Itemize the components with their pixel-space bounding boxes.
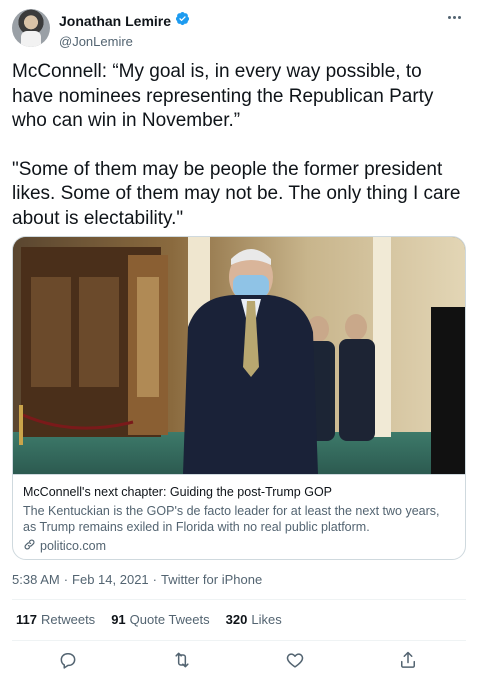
name-row: Jonathan Lemire <box>59 11 190 31</box>
author-name[interactable]: Jonathan Lemire <box>59 13 171 29</box>
likes-label: Likes <box>251 612 282 627</box>
card-meta: McConnell's next chapter: Guiding the po… <box>13 474 465 559</box>
card-domain-row: politico.com <box>23 538 455 554</box>
tweet-source[interactable]: Twitter for iPhone <box>161 572 262 587</box>
quotes-count: 91 <box>111 612 126 627</box>
card-domain: politico.com <box>40 539 106 553</box>
retweets-stat[interactable]: 117 Retweets <box>16 612 95 627</box>
meta-separator: · <box>63 572 69 587</box>
divider-top <box>12 599 466 600</box>
retweet-icon[interactable] <box>172 650 192 670</box>
tweet-date[interactable]: Feb 14, 2021 <box>72 572 149 587</box>
card-title: McConnell's next chapter: Guiding the po… <box>23 485 333 499</box>
share-icon[interactable] <box>398 650 418 670</box>
retweets-count: 117 <box>16 612 37 627</box>
author-block: Jonathan Lemire @JonLemire <box>59 11 190 49</box>
reply-icon[interactable] <box>58 650 78 670</box>
quotes-stat[interactable]: 91 Quote Tweets <box>111 612 209 627</box>
engagement-stats: 117 Retweets 91 Quote Tweets 320 Likes <box>16 612 282 627</box>
meta-separator-2: · <box>152 572 158 587</box>
card-image <box>13 237 465 474</box>
likes-stat[interactable]: 320 Likes <box>226 612 282 627</box>
card-description: The Kentuckian is the GOP's de facto lea… <box>23 504 440 534</box>
divider-bottom <box>12 640 466 641</box>
tweet-text: McConnell: “My goal is, in every way pos… <box>12 60 462 231</box>
quotes-label: Quote Tweets <box>129 612 210 627</box>
more-options-icon[interactable] <box>444 9 464 25</box>
action-bar <box>0 646 478 674</box>
tweet: Jonathan Lemire @JonLemire McConnell: “M… <box>0 0 478 678</box>
timestamp-row: 5:38 AM · Feb 14, 2021 · Twitter for iPh… <box>12 572 262 587</box>
author-handle[interactable]: @JonLemire <box>59 34 190 49</box>
retweets-label: Retweets <box>40 612 96 627</box>
like-heart-icon[interactable] <box>285 650 305 670</box>
link-icon <box>23 538 36 554</box>
avatar-shirt <box>21 31 41 47</box>
avatar[interactable] <box>12 9 50 47</box>
tweet-paragraph-2: "Some of them may be people the former p… <box>12 158 461 229</box>
likes-count: 320 <box>225 612 248 627</box>
verified-badge-icon <box>175 11 190 31</box>
link-card[interactable]: McConnell's next chapter: Guiding the po… <box>12 236 466 560</box>
tweet-paragraph-1: McConnell: “My goal is, in every way pos… <box>12 61 434 131</box>
tweet-time[interactable]: 5:38 AM <box>12 572 60 587</box>
